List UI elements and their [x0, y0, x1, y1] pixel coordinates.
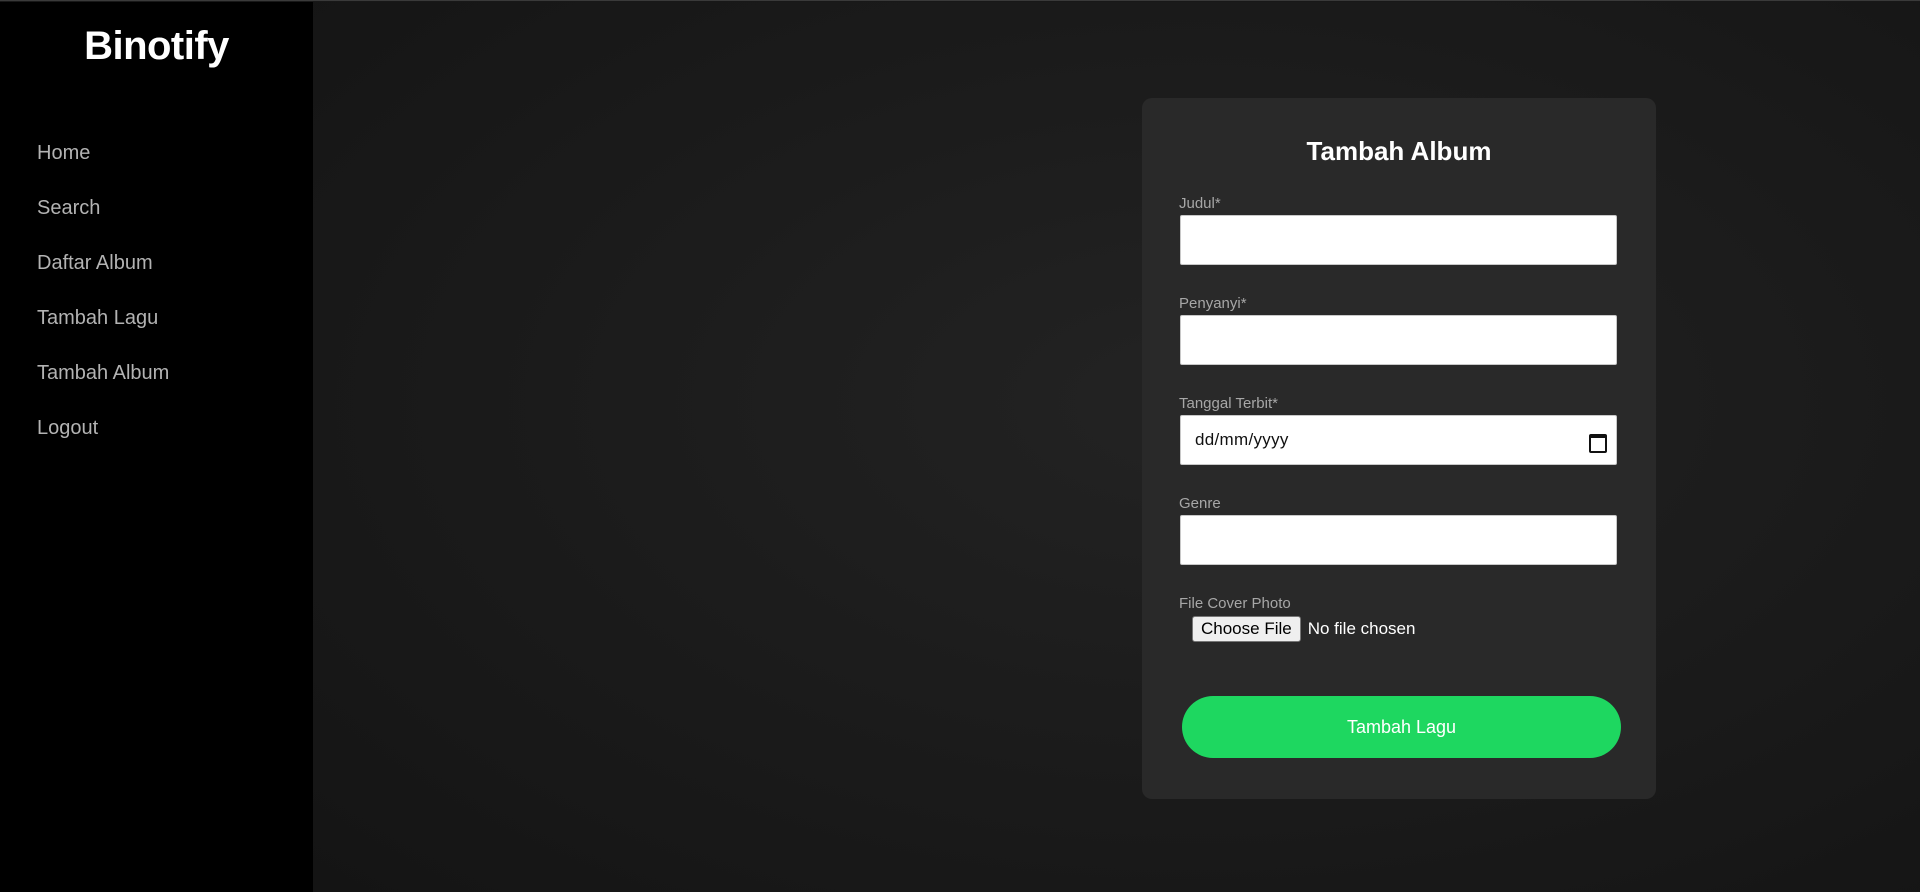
main-content: Tambah Album Judul* Penyanyi* Tanggal Te… — [313, 2, 1920, 892]
file-status: No file chosen — [1307, 619, 1416, 638]
file-input: Choose File No file chosen — [1192, 616, 1415, 642]
sidebar-item-tambah-lagu[interactable]: Tambah Lagu — [37, 291, 169, 346]
tanggal-terbit-label: Tanggal Terbit* — [1179, 395, 1278, 412]
sidebar-nav: Home Search Daftar Album Tambah Lagu Tam… — [37, 126, 169, 456]
judul-label: Judul* — [1179, 195, 1221, 212]
date-placeholder: dd/mm/yyyy — [1195, 430, 1289, 449]
app-logo[interactable]: Binotify — [0, 24, 313, 69]
genre-input[interactable] — [1180, 515, 1617, 565]
genre-label: Genre — [1179, 495, 1221, 512]
sidebar-item-tambah-album[interactable]: Tambah Album — [37, 346, 169, 401]
add-album-form: Tambah Album Judul* Penyanyi* Tanggal Te… — [1142, 98, 1656, 799]
tanggal-terbit-input[interactable]: dd/mm/yyyy — [1180, 415, 1617, 465]
sidebar-item-home[interactable]: Home — [37, 126, 169, 181]
sidebar-item-search[interactable]: Search — [37, 181, 169, 236]
cover-photo-label: File Cover Photo — [1179, 595, 1291, 612]
judul-input[interactable] — [1180, 215, 1617, 265]
sidebar: Binotify Home Search Daftar Album Tambah… — [0, 2, 313, 892]
sidebar-item-daftar-album[interactable]: Daftar Album — [37, 236, 169, 291]
penyanyi-label: Penyanyi* — [1179, 295, 1247, 312]
form-title: Tambah Album — [1306, 136, 1492, 166]
choose-file-button[interactable]: Choose File — [1192, 616, 1301, 642]
penyanyi-input[interactable] — [1180, 315, 1617, 365]
sidebar-item-logout[interactable]: Logout — [37, 401, 169, 456]
submit-button[interactable]: Tambah Lagu — [1182, 696, 1621, 758]
calendar-icon[interactable] — [1588, 432, 1607, 453]
